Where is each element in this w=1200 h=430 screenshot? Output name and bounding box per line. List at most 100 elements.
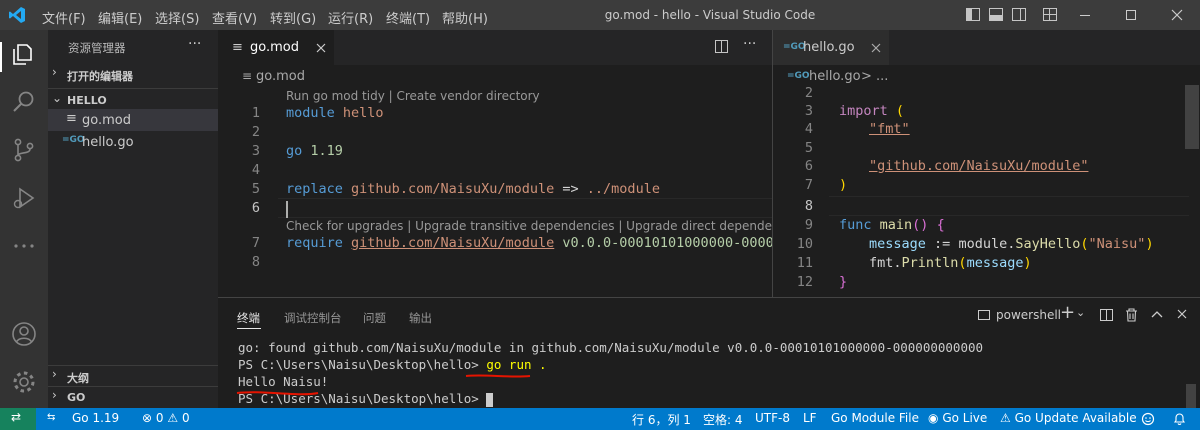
run-debug-icon[interactable] [10,184,38,212]
sidebar-more-icon[interactable]: ··· [188,36,201,52]
go-live-status[interactable]: ◉ Go Live [928,411,987,425]
line-ending[interactable]: LF [803,411,817,425]
minimize-icon[interactable] [1062,0,1108,30]
code-line-1: module hello [286,105,384,121]
notifications-bell-icon[interactable] [1173,412,1186,426]
folder-section-hello[interactable]: ⌄ HELLO [48,88,218,110]
breadcrumb[interactable]: go.mod [256,69,305,84]
cursor-position[interactable]: 行 6，列 1 [632,411,691,428]
outline-section[interactable]: › 大纲 [48,365,218,386]
close-tab-icon[interactable] [871,43,881,53]
more-views-icon[interactable] [10,232,38,260]
menu-edit[interactable]: 编辑(E) [98,8,142,27]
language-mode[interactable]: Go Module File [831,411,919,425]
remote-indicator[interactable]: ⇄ [0,408,36,430]
editor-go-mod[interactable]: ≡ go.mod Run go mod tidy | Create vendor… [218,65,772,297]
menu-view[interactable]: 查看(V) [212,8,257,27]
menu-help[interactable]: 帮助(H) [442,8,488,27]
tab-go-mod[interactable]: ≡ go.mod [218,30,334,65]
file-lines-icon: ≡ [242,69,253,83]
require-path-link[interactable]: github.com/NaisuXu/module [351,235,554,251]
editor-hello-go[interactable]: =GO hello.go > ... 2 3 4 5 6 7 8 9 10 11… [773,65,1200,297]
terminal-line: go: found github.com/NaisuXu/module in g… [238,340,984,355]
maximize-panel-icon[interactable] [1151,310,1163,318]
account-icon[interactable] [10,320,38,348]
indentation[interactable]: 空格: 4 [703,411,743,428]
shell-selector[interactable]: powershell [996,308,1061,322]
line-number: 7 [804,177,813,193]
chevron-down-icon[interactable]: ⌄ [1076,306,1085,319]
tab-hello-go[interactable]: =GO hello.go [773,30,889,65]
toggle-sidebar-icon[interactable] [966,8,980,21]
bracket: ) [839,177,848,193]
feedback-icon[interactable] [1141,412,1155,426]
code-line-5: replace github.com/NaisuXu/module => ../… [286,181,660,197]
go-section[interactable]: › GO [48,386,218,408]
line-number: 2 [251,124,260,140]
breadcrumb-rest[interactable]: > ... [861,69,888,84]
trash-icon[interactable] [1125,308,1138,322]
package: fmt. [869,255,902,271]
keyword: module [286,105,335,121]
string-arg: "Naisu" [1088,236,1146,252]
breadcrumb-file[interactable]: hello.go [809,69,861,84]
search-icon[interactable] [10,88,38,116]
file-label: go.mod [82,113,131,128]
variable: message [966,255,1024,271]
toggle-secondary-sidebar-icon[interactable] [1012,8,1026,21]
encoding[interactable]: UTF-8 [755,411,790,425]
new-terminal-icon[interactable]: + [1060,302,1075,323]
line-number: 6 [804,158,813,174]
codelens-mod-actions[interactable]: Run go mod tidy | Create vendor director… [286,89,540,103]
explorer-icon[interactable] [10,40,38,68]
code-line-6: "github.com/NaisuXu/module" [869,158,1088,174]
tab-debug-console[interactable]: 调试控制台 [284,310,342,326]
settings-gear-icon[interactable] [10,368,38,396]
toggle-panel-icon[interactable] [989,8,1003,21]
tab-problems[interactable]: 问题 [363,310,386,326]
active-tab-underline [237,328,261,329]
scrollbar-thumb[interactable] [1185,85,1199,149]
line-number: 1 [251,105,260,121]
menu-run[interactable]: 运行(R) [328,8,373,27]
keyword: func [839,217,872,233]
go-update-status[interactable]: ⚠ Go Update Available [1000,411,1137,425]
go-version-status[interactable]: Go 1.19 [72,411,119,425]
code-line-3: go 1.19 [286,143,343,159]
tab-output[interactable]: 输出 [409,310,432,326]
open-editors-section[interactable]: › 打开的编辑器 [48,65,218,85]
terminal-scrollbar[interactable] [1186,384,1196,408]
close-window-icon[interactable] [1154,0,1200,30]
line-number-active: 6 [251,200,260,216]
go-section-label: GO [67,391,86,404]
bottom-panel: 终端 调试控制台 问题 输出 powershell + ⌄ go: found … [218,297,1200,408]
function-name: main [879,217,913,233]
import-fmt-link[interactable]: "fmt" [869,121,910,137]
maximize-icon[interactable] [1108,0,1154,30]
broadcast-icon: ◉ [928,411,939,425]
go-gopher-icon: ⇆ [47,412,56,423]
more-actions-icon[interactable]: ··· [743,36,756,52]
tab-terminal[interactable]: 终端 [237,310,260,326]
file-item-go-mod[interactable]: ≡ go.mod [48,109,218,131]
import-module-link[interactable]: "github.com/NaisuXu/module" [869,158,1088,174]
file-item-hello-go[interactable]: =GO hello.go [48,131,218,153]
split-terminal-icon[interactable] [1100,309,1113,321]
bracket: { [936,217,945,233]
close-tab-icon[interactable] [316,43,326,53]
split-editor-icon[interactable] [715,40,728,53]
codelens-upgrades[interactable]: Check for upgrades | Upgrade transitive … [286,219,772,233]
menu-goto[interactable]: 转到(G) [270,8,316,27]
source-control-icon[interactable] [10,136,38,164]
title-bar: 文件(F) 编辑(E) 选择(S) 查看(V) 转到(G) 运行(R) 终端(T… [0,0,1200,30]
menu-selection[interactable]: 选择(S) [155,8,199,27]
outline-label: 大纲 [67,372,89,385]
problems-status[interactable]: ⊗ 0 ⚠ 0 [142,411,190,425]
close-panel-icon[interactable] [1177,309,1187,319]
menu-file[interactable]: 文件(F) [42,8,86,27]
terminal-cursor [486,392,494,407]
menu-terminal[interactable]: 终端(T) [386,8,430,27]
chevron-right-icon: › [52,388,57,402]
tab-label: go.mod [250,40,299,55]
customize-layout-icon[interactable] [1043,8,1057,21]
